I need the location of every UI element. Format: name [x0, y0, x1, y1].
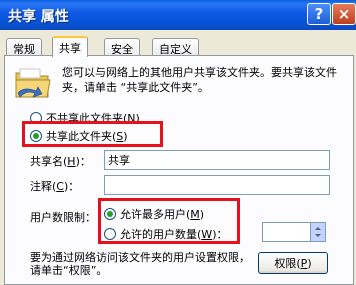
tab-sharing[interactable]: 共享: [52, 36, 88, 57]
user-count-spinner[interactable]: [262, 222, 326, 242]
spinner-arrows-icon: [315, 227, 321, 237]
tab-customize[interactable]: 自定义: [152, 38, 199, 56]
share-name-field[interactable]: 共享: [104, 150, 330, 170]
tab-security[interactable]: 安全: [104, 38, 140, 56]
window-title: 共享 属性: [8, 9, 69, 25]
close-button[interactable]: ×: [332, 3, 356, 25]
tab-strip: 常规 共享 安全 自定义: [4, 36, 354, 57]
comment-field[interactable]: [104, 175, 330, 195]
highlight-share-option: [22, 121, 163, 147]
title-bar: 共享 属性 ? ×: [0, 0, 356, 30]
share-name-label: 共享名(H)：: [30, 155, 91, 168]
highlight-user-limit: [98, 198, 240, 244]
help-button[interactable]: ?: [307, 3, 331, 25]
comment-label: 注释(C)：: [30, 180, 80, 193]
permissions-note: 要为通过网络访问该文件夹的用户设置权限，请单击“权限”。: [30, 251, 250, 277]
spinner-buttons[interactable]: [310, 223, 325, 241]
tab-general[interactable]: 常规: [6, 38, 42, 56]
help-icon: ?: [314, 4, 324, 23]
permissions-button-label: 权限: [274, 257, 297, 270]
shared-folder-icon: [15, 68, 51, 98]
permissions-button-accel: (P): [296, 256, 312, 270]
sharing-description: 您可以与网络上的其他用户共享该文件夹。要共享该文件夹，请单击 “共享此文件夹”。: [62, 66, 337, 94]
user-limit-label: 用户数限制：: [30, 211, 96, 224]
tab-sharing-label: 共享: [59, 42, 81, 55]
close-icon: ×: [337, 4, 351, 23]
